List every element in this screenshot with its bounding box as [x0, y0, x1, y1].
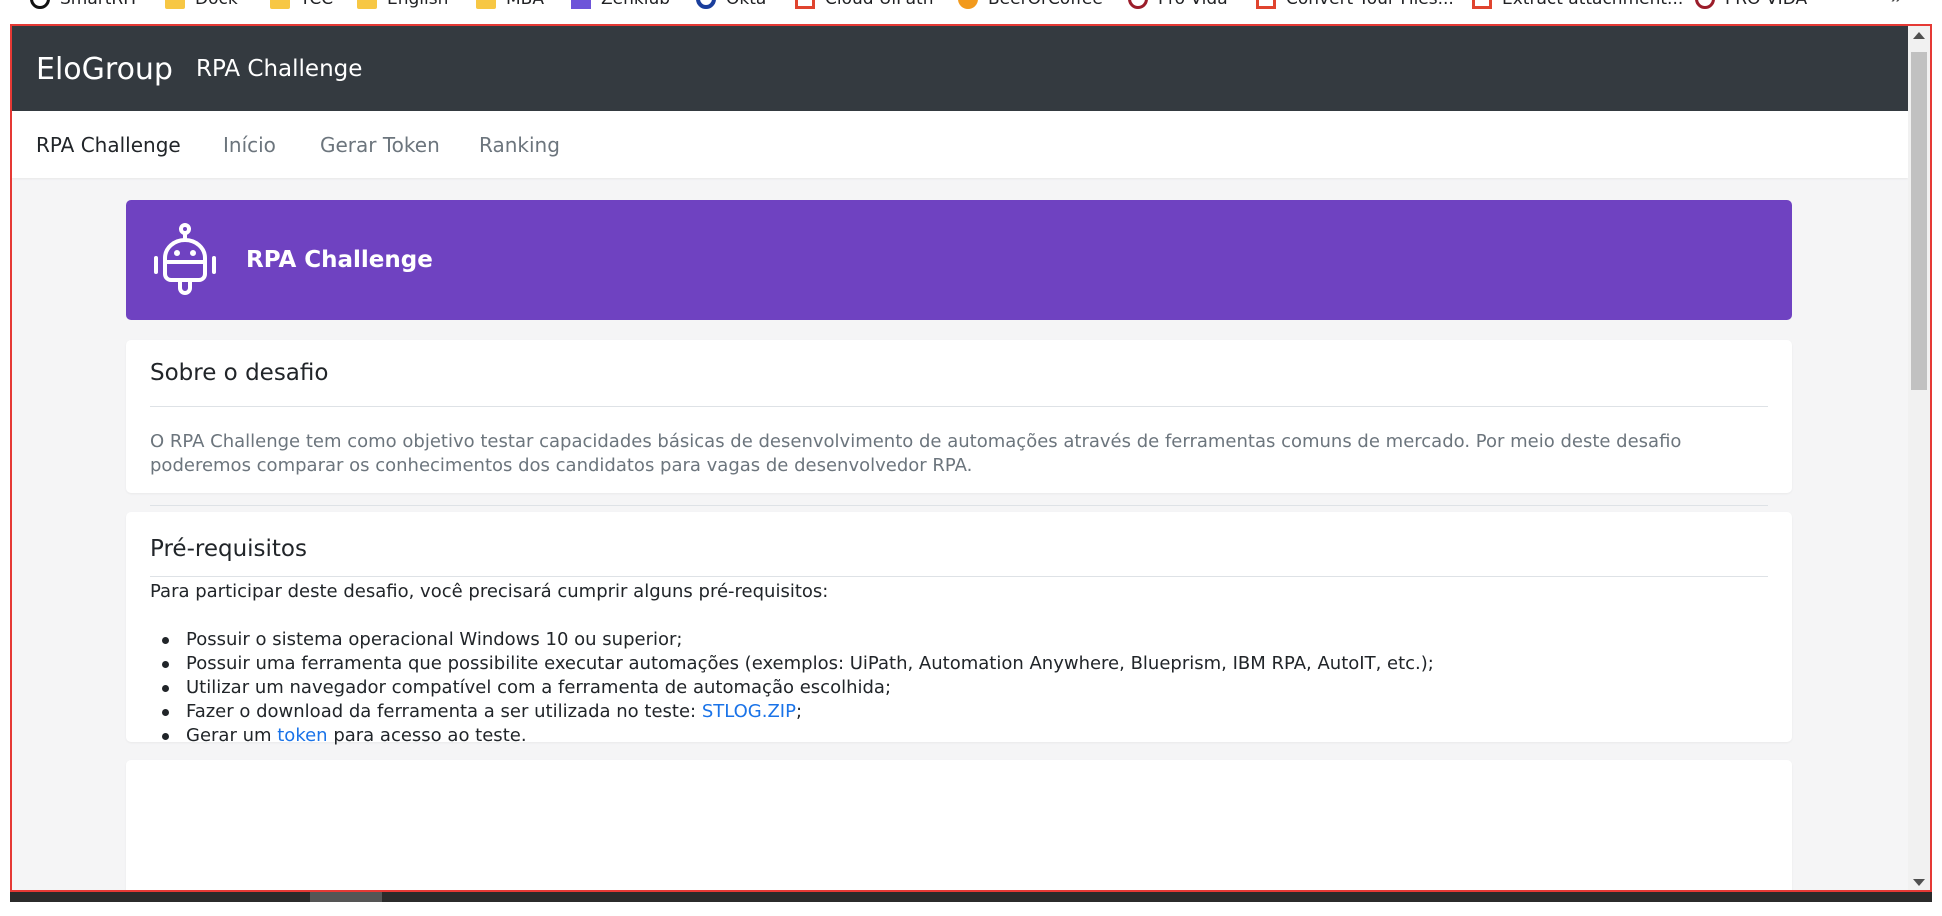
bookmark-convert-files[interactable]: Convert Your Files... [1256, 0, 1454, 9]
bookmark-pro-vida[interactable]: Pro-Vida [1128, 0, 1228, 9]
screen-bottom [0, 902, 1942, 916]
stlog-download-link[interactable]: STLOG.ZIP [702, 701, 796, 722]
nav-ranking[interactable]: Ranking [479, 133, 560, 157]
extract-icon [1472, 0, 1492, 9]
convert-icon [1256, 0, 1276, 9]
prerequisites-heading: Pré-requisitos [150, 536, 307, 562]
brand-logo[interactable]: EloGroup [36, 52, 173, 87]
list-item: Possuir uma ferramenta que possibilite e… [126, 652, 1792, 676]
bookmark-label: Pro-Vida [1158, 0, 1228, 9]
folder-icon [357, 0, 377, 9]
vertical-scrollbar[interactable] [1908, 26, 1930, 890]
hero-banner: RPA Challenge [126, 200, 1792, 320]
zenklub-icon [571, 0, 591, 9]
taskbar-item[interactable] [310, 892, 382, 902]
bookmark-label: PRO-VIDA [1725, 0, 1807, 9]
coffee-icon [958, 0, 978, 9]
prerequisites-card: Pré-requisitos Para participar deste des… [126, 512, 1792, 771]
pro-vida-icon [1128, 0, 1148, 9]
bookmark-label: Cloud UiPath [825, 0, 933, 9]
divider [150, 576, 1768, 577]
scroll-down-icon[interactable] [1913, 879, 1925, 886]
folder-icon [165, 0, 185, 9]
bookmark-beerorcoffee[interactable]: BeerOrCoffee [958, 0, 1103, 9]
bookmark-label: MBA [506, 0, 544, 9]
divider [150, 505, 1768, 506]
about-card: Sobre o desafio O RPA Challenge tem como… [126, 340, 1792, 506]
browser-viewport: EloGroup RPA Challenge RPA Challenge Iní… [10, 24, 1932, 892]
nav-inicio[interactable]: Início [223, 133, 276, 157]
bookmark-label: Convert Your Files... [1286, 0, 1454, 9]
bookmark-okta[interactable]: Okta [696, 0, 766, 9]
bookmark-label: SmartRH [60, 0, 136, 9]
bookmark-label: Dock [195, 0, 238, 9]
main-content: RPA Challenge Sobre o desafio O RPA Chal… [12, 178, 1908, 890]
bookmark-pro-vida-2[interactable]: PRO-VIDA [1695, 0, 1807, 9]
bookmark-zenklub[interactable]: Zenklub [571, 0, 670, 9]
list-item-text: ; [795, 701, 803, 722]
bookmark-label: Extract attachment... [1502, 0, 1683, 9]
hero-title: RPA Challenge [246, 247, 433, 273]
okta-icon [696, 0, 716, 9]
nav-rpa-challenge[interactable]: RPA Challenge [36, 133, 181, 157]
prerequisites-list: Possuir o sistema operacional Windows 10… [126, 628, 1792, 748]
smartrh-icon [30, 0, 50, 9]
top-navbar: EloGroup RPA Challenge [12, 26, 1908, 111]
list-item-text: Gerar um [186, 725, 278, 746]
nav-gerar-token[interactable]: Gerar Token [320, 133, 440, 157]
bookmark-smartrh[interactable]: SmartRH [30, 0, 136, 9]
about-text: O RPA Challenge tem como objetivo testar… [150, 431, 1682, 476]
folder-icon [476, 0, 496, 9]
bookmark-label: Okta [726, 0, 766, 9]
bookmark-label: Zenklub [601, 0, 670, 9]
bookmarks-bar: SmartRH Dock TCC English MBA Zenklub Okt… [0, 0, 1942, 22]
bookmark-label: English [387, 0, 448, 9]
list-item-text: para acesso ao teste. [327, 725, 527, 746]
secondary-nav: RPA Challenge Início Gerar Token Ranking [12, 111, 1908, 178]
prerequisites-intro: Para participar deste desafio, você prec… [150, 581, 829, 602]
app-title[interactable]: RPA Challenge [196, 56, 362, 82]
taskbar [10, 892, 1932, 902]
bookmark-label: TCC [300, 0, 333, 9]
list-item: Possuir o sistema operacional Windows 10… [126, 628, 1792, 652]
more-bookmarks-icon[interactable]: » [1891, 0, 1902, 9]
token-link[interactable]: token [277, 725, 327, 746]
list-item: Gerar um token para acesso ao teste. [126, 724, 1792, 748]
list-item: Utilizar um navegador compatível com a f… [126, 676, 1792, 700]
about-heading: Sobre o desafio [150, 360, 329, 386]
bookmark-tcc[interactable]: TCC [270, 0, 333, 9]
bookmark-extract-attachment[interactable]: Extract attachment... [1472, 0, 1683, 9]
folder-icon [270, 0, 290, 9]
uipath-icon [795, 0, 815, 9]
bookmark-cloud-uipath[interactable]: Cloud UiPath [795, 0, 933, 9]
next-card [126, 760, 1792, 890]
scroll-up-icon[interactable] [1913, 32, 1925, 39]
bookmark-label: BeerOrCoffee [988, 0, 1103, 9]
list-item: Fazer o download da ferramenta a ser uti… [126, 700, 1792, 724]
pro-vida-icon [1695, 0, 1715, 9]
bookmark-english[interactable]: English [357, 0, 448, 9]
bookmark-dock[interactable]: Dock [165, 0, 238, 9]
divider [150, 406, 1768, 407]
scrollbar-thumb[interactable] [1911, 52, 1927, 390]
list-item-text: Fazer o download da ferramenta a ser uti… [186, 701, 702, 722]
bookmark-mba[interactable]: MBA [476, 0, 544, 9]
robot-icon [154, 223, 216, 295]
